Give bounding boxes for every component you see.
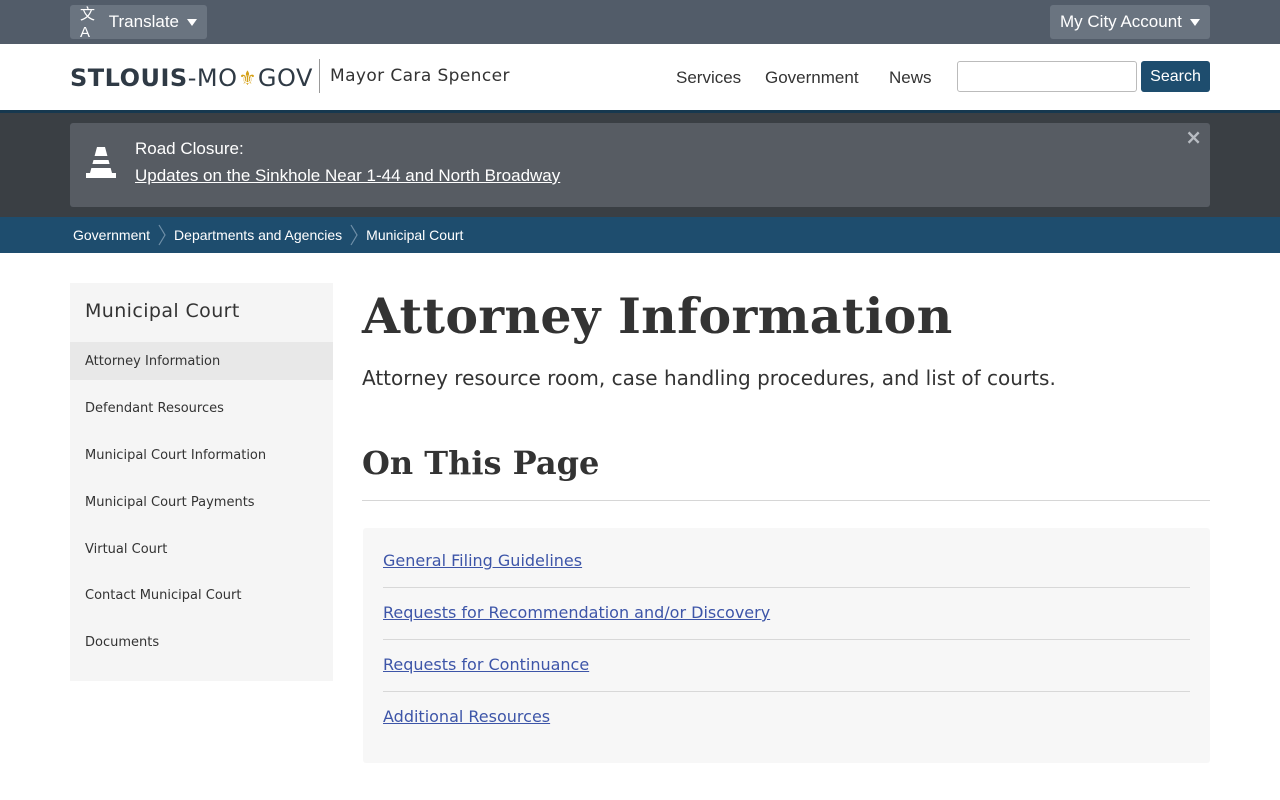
road-closure-alert: Road Closure: Updates on the Sinkhole Ne… (70, 123, 1210, 207)
sidebar-item-attorney-information[interactable]: Attorney Information (70, 342, 333, 380)
account-label: My City Account (1060, 12, 1182, 31)
sidebar-item-municipal-court-payments[interactable]: Municipal Court Payments (70, 483, 333, 521)
logo-text-mo: MO (196, 64, 238, 92)
on-this-page-list: General Filing Guidelines Requests for R… (363, 528, 1210, 763)
breadcrumb-departments[interactable]: Departments and Agencies (174, 227, 342, 243)
utility-bar: 文A Translate My City Account (0, 0, 1280, 44)
site-logo[interactable]: STLOUIS - MO ⚜ GOV (70, 64, 313, 92)
sidebar-item-documents[interactable]: Documents (70, 623, 333, 661)
breadcrumb-government[interactable]: Government (73, 227, 150, 243)
site-header: STLOUIS - MO ⚜ GOV Mayor Cara Spencer Servic… (0, 44, 1280, 110)
alert-band: Road Closure: Updates on the Sinkhole Ne… (0, 110, 1280, 217)
search-input[interactable] (957, 61, 1137, 92)
sidebar-item-virtual-court[interactable]: Virtual Court (70, 530, 333, 568)
translate-icon: 文A (80, 6, 96, 41)
breadcrumb: Government Departments and Agencies Muni… (0, 217, 1280, 253)
on-this-page-heading: On This Page (362, 444, 600, 482)
nav-services[interactable]: Services (676, 68, 741, 88)
toc-link-requests-for-recommendation[interactable]: Requests for Recommendation and/or Disco… (383, 603, 770, 622)
section-divider (362, 500, 1210, 501)
page-lede: Attorney resource room, case handling pr… (362, 366, 1056, 390)
toc-link-requests-for-continuance[interactable]: Requests for Continuance (383, 655, 589, 674)
sidebar: Municipal Court Attorney Information Def… (70, 283, 333, 681)
search-button[interactable]: Search (1141, 61, 1210, 92)
logo-text-stlouis: STLOUIS (70, 64, 188, 92)
alert-title: Road Closure: (135, 139, 244, 158)
chevron-down-icon (187, 18, 197, 26)
logo-dash: - (187, 64, 197, 92)
sidebar-item-defendant-resources[interactable]: Defendant Resources (70, 389, 333, 427)
page-title: Attorney Information (362, 287, 953, 345)
toc-link-general-filing-guidelines[interactable]: General Filing Guidelines (383, 551, 582, 570)
nav-news[interactable]: News (889, 68, 932, 88)
my-city-account-button[interactable]: My City Account (1050, 5, 1210, 39)
breadcrumb-municipal-court[interactable]: Municipal Court (366, 227, 463, 243)
nav-government[interactable]: Government (765, 68, 859, 88)
toc-link-additional-resources[interactable]: Additional Resources (383, 707, 550, 726)
mayor-name: Mayor Cara Spencer (330, 66, 510, 86)
translate-label: Translate (108, 12, 179, 31)
fleur-de-lis-icon: ⚜ (238, 66, 257, 90)
close-icon[interactable]: × (1185, 125, 1202, 149)
logo-text-gov: GOV (257, 64, 313, 92)
toc-divider (383, 587, 1190, 588)
chevron-down-icon (1189, 18, 1200, 26)
sidebar-item-contact-municipal-court[interactable]: Contact Municipal Court (70, 576, 333, 614)
sidebar-title[interactable]: Municipal Court (85, 300, 240, 322)
chevron-right-icon (150, 217, 174, 253)
sidebar-item-municipal-court-information[interactable]: Municipal Court Information (70, 436, 333, 474)
toc-divider (383, 639, 1190, 640)
toc-divider (383, 691, 1190, 692)
alert-link[interactable]: Updates on the Sinkhole Near 1-44 and No… (135, 166, 560, 186)
chevron-right-icon (342, 217, 366, 253)
logo-divider (319, 59, 320, 93)
traffic-cone-icon (86, 147, 116, 178)
translate-button[interactable]: 文A Translate (70, 5, 207, 41)
